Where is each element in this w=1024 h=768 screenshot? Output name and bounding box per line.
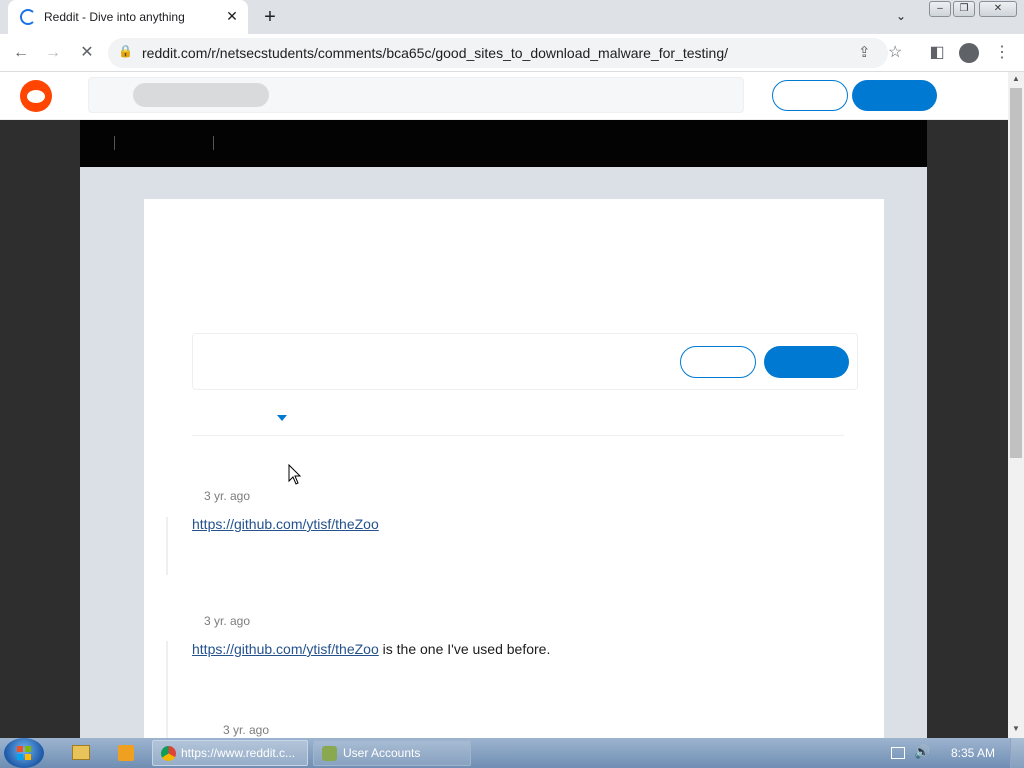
bar-divider (213, 136, 214, 150)
comment-body: https://github.com/ytisf/theZoo is the o… (192, 641, 550, 657)
bar-divider (114, 136, 115, 150)
url-text[interactable]: reddit.com/r/netsecstudents/comments/bca… (142, 45, 728, 61)
sort-dropdown-caret-icon[interactable] (277, 415, 287, 421)
menu-icon[interactable]: ⋮ (991, 42, 1013, 64)
show-desktop-button[interactable] (1010, 738, 1024, 768)
media-player-icon[interactable] (118, 745, 134, 761)
address-bar[interactable]: 🔒 reddit.com/r/netsecstudents/comments/b… (108, 38, 902, 68)
comment-timestamp: 3 yr. ago (204, 489, 251, 503)
tab-strip: Reddit - Dive into anything ✕ + ⌄ – ❐ ✕ (0, 0, 1024, 34)
start-orb-icon[interactable] (4, 738, 44, 768)
prompt-login-button[interactable] (680, 346, 756, 378)
taskbar-chrome-window[interactable]: https://www.reddit.c... (152, 740, 308, 766)
windows-flag-icon (17, 746, 31, 760)
sidepanel-icon[interactable]: ◧ (926, 42, 948, 64)
prompt-signup-button[interactable] (764, 346, 849, 378)
comment-body: https://github.com/ytisf/theZoo (192, 516, 379, 532)
login-button[interactable] (772, 80, 848, 111)
tab-title: Reddit - Dive into anything (44, 10, 185, 24)
comments-divider (192, 435, 844, 436)
star-icon[interactable]: ☆ (888, 42, 902, 62)
share-icon[interactable]: ⇪ (858, 43, 871, 61)
profile-icon[interactable] (959, 43, 979, 63)
signup-button[interactable] (852, 80, 937, 111)
network-icon[interactable] (891, 747, 905, 759)
comment-login-prompt (192, 333, 858, 390)
taskbar-item-label: User Accounts (343, 746, 421, 760)
page-scrollbar[interactable]: ▲ ▼ (1008, 72, 1024, 738)
forward-arrow-icon[interactable]: → (42, 42, 64, 64)
comment-link[interactable]: https://github.com/ytisf/theZoo (192, 516, 379, 532)
reddit-header (0, 72, 1008, 120)
user-accounts-icon (322, 746, 337, 761)
taskbar-user-accounts-window[interactable]: User Accounts (313, 740, 471, 766)
comment-timestamp: 3 yr. ago (204, 614, 251, 628)
tab-close-icon[interactable]: ✕ (224, 8, 240, 24)
reload-stop-icon[interactable]: ✕ (76, 42, 98, 64)
lock-icon[interactable]: 🔒 (118, 44, 133, 58)
comment-timestamp: 3 yr. ago (223, 723, 270, 737)
scroll-up-arrow-icon[interactable]: ▲ (1008, 72, 1024, 86)
mouse-cursor-icon (288, 464, 302, 485)
close-window-button[interactable]: ✕ (979, 1, 1017, 17)
browser-toolbar: ← → ✕ 🔒 reddit.com/r/netsecstudents/comm… (0, 34, 1024, 72)
minimize-button[interactable]: – (929, 1, 951, 17)
search-placeholder-skeleton (133, 83, 269, 107)
comment-link[interactable]: https://github.com/ytisf/theZoo (192, 641, 379, 657)
comment-thread-line[interactable] (166, 641, 168, 741)
post-top-bar (80, 120, 927, 167)
page-background: 3 yr. ago https://github.com/ytisf/theZo… (0, 120, 1008, 759)
browser-tab[interactable]: Reddit - Dive into anything ✕ (8, 0, 248, 34)
comment-text: is the one I've used before. (378, 641, 551, 657)
tab-search-chevron-icon[interactable]: ⌄ (896, 9, 906, 23)
restore-button[interactable]: ❐ (953, 1, 975, 17)
back-arrow-icon[interactable]: ← (10, 42, 32, 64)
scroll-down-arrow-icon[interactable]: ▼ (1008, 722, 1024, 736)
search-bar[interactable] (88, 77, 744, 113)
volume-icon[interactable]: 🔊 (914, 744, 930, 760)
comment-thread-line[interactable] (166, 517, 168, 575)
taskbar-item-label: https://www.reddit.c... (181, 746, 296, 760)
new-tab-icon[interactable]: + (260, 7, 280, 27)
scroll-thumb[interactable] (1010, 88, 1022, 458)
loading-spinner-icon (20, 9, 36, 25)
post-card: 3 yr. ago https://github.com/ytisf/theZo… (144, 199, 884, 759)
snoo-face (27, 90, 45, 103)
chrome-icon (161, 746, 176, 761)
clock[interactable]: 8:35 AM (951, 746, 995, 760)
reddit-logo-icon[interactable] (20, 80, 52, 112)
windows-taskbar: https://www.reddit.c... User Accounts 🔊 … (0, 738, 1024, 768)
explorer-icon[interactable] (72, 745, 90, 760)
